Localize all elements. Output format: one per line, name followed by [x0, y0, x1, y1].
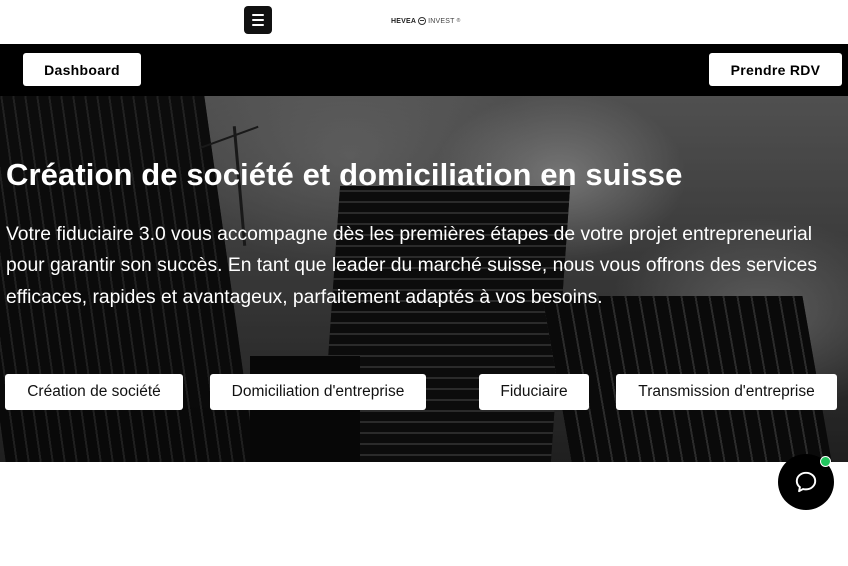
navigation-bar: Dashboard Prendre RDV	[0, 44, 848, 96]
logo-mark-icon	[418, 17, 427, 25]
site-logo[interactable]: HEVEA INVEST ®	[391, 15, 461, 27]
logo-registered-mark: ®	[456, 18, 461, 24]
hero-section: Création de société et domiciliation en …	[0, 96, 848, 462]
top-bar: HEVEA INVEST ®	[0, 0, 848, 44]
service-button-creation[interactable]: Création de société	[5, 374, 183, 410]
logo-suffix: INVEST	[428, 17, 455, 25]
hero-description: Votre fiduciaire 3.0 vous accompagne dès…	[6, 224, 817, 308]
service-button-fiduciaire[interactable]: Fiduciaire	[479, 374, 589, 410]
logo-brand: HEVEA	[391, 17, 417, 25]
menu-line	[252, 14, 264, 16]
menu-line	[252, 19, 264, 21]
book-appointment-button[interactable]: Prendre RDV	[709, 53, 842, 86]
online-status-dot	[820, 456, 831, 467]
hero-title: Création de société et domiciliation en …	[6, 157, 683, 192]
chat-bubble-icon	[795, 471, 817, 493]
hamburger-menu-button[interactable]	[244, 6, 272, 34]
service-button-domiciliation[interactable]: Domiciliation d'entreprise	[210, 374, 426, 410]
menu-line	[252, 24, 264, 26]
dashboard-button[interactable]: Dashboard	[23, 53, 141, 86]
service-button-transmission[interactable]: Transmission d'entreprise	[616, 374, 837, 410]
